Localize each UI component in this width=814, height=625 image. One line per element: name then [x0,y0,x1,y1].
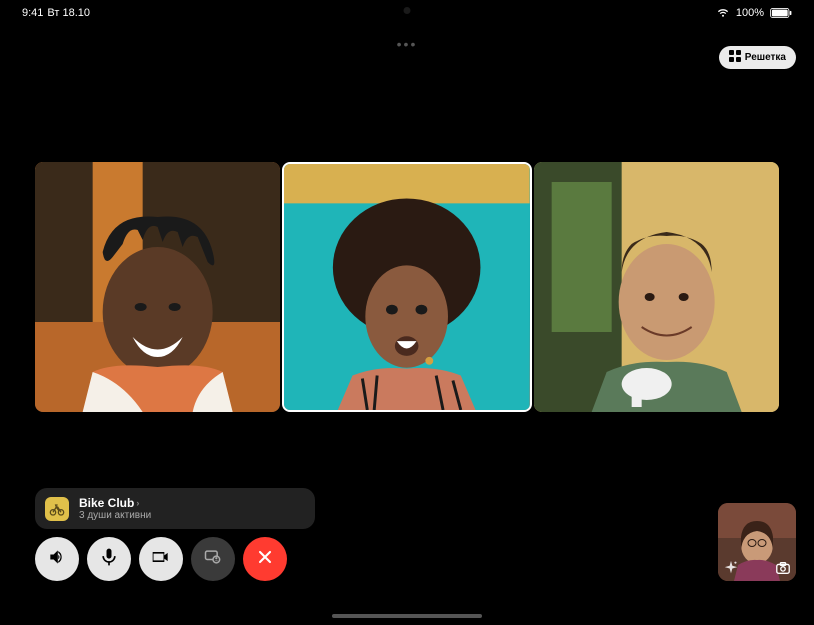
participant-tile-2[interactable] [282,162,531,412]
end-call-button[interactable] [243,537,287,581]
mute-button[interactable] [87,537,131,581]
group-avatar [45,497,69,521]
speaker-button[interactable] [35,537,79,581]
participant-video [284,164,529,410]
sparkle-icon [723,560,739,576]
shareplay-icon [203,547,223,572]
home-indicator[interactable] [332,614,482,618]
participant-video [35,162,280,412]
battery-percent: 100% [736,7,764,19]
camera-switch-button[interactable] [774,559,792,577]
shareplay-button[interactable] [191,537,235,581]
camera-button[interactable] [139,537,183,581]
participant-tile-1[interactable] [35,162,280,412]
camera-switch-icon [775,560,791,576]
camera-icon [151,547,171,572]
participant-video [534,162,779,412]
video-grid [35,162,779,412]
microphone-icon [99,547,119,572]
effects-button[interactable] [722,559,740,577]
call-title: Bike Club [79,496,134,510]
more-dots-icon[interactable]: ••• [397,36,418,52]
wifi-icon [716,8,730,18]
self-view-tile[interactable] [718,503,796,581]
status-date: Вт 18.10 [47,7,90,19]
grid-button-label: Решетка [745,52,786,63]
grid-icon [729,50,741,65]
call-subtitle: 3 души активни [79,510,305,521]
grid-layout-button[interactable]: Решетка [719,46,796,69]
close-icon [255,547,275,572]
status-time: 9:41 [22,7,43,19]
call-controls-panel: Bike Club › 3 души активни [35,488,315,581]
battery-icon [770,8,792,18]
speaker-icon [47,547,67,572]
call-info-banner[interactable]: Bike Club › 3 души активни [35,488,315,529]
chevron-right-icon: › [136,498,139,508]
participant-tile-3[interactable] [534,162,779,412]
status-bar: 9:41 Вт 18.10 100% [0,0,814,26]
